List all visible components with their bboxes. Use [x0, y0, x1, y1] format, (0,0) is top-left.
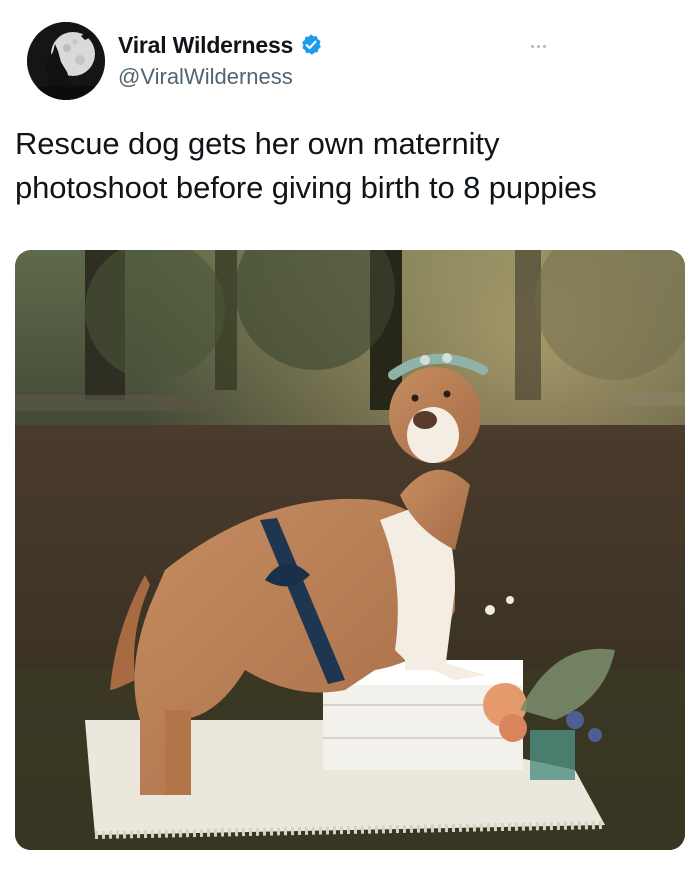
photo-image [15, 250, 685, 850]
more-options-button[interactable] [520, 34, 556, 58]
author-display-name[interactable]: Viral Wilderness [118, 32, 293, 59]
more-dot [542, 44, 546, 48]
author-avatar[interactable] [27, 22, 105, 100]
wolf-howling-moon-icon [27, 22, 105, 100]
verified-badge-icon [302, 34, 321, 55]
author-name-row: Viral Wilderness [118, 30, 323, 60]
tweet-text: Rescue dog gets her own maternity photos… [15, 126, 597, 205]
tweet-photo[interactable] [15, 250, 685, 850]
more-dots-icon [530, 44, 534, 48]
more-dot [536, 44, 540, 48]
author-handle[interactable]: @ViralWilderness [118, 64, 293, 90]
